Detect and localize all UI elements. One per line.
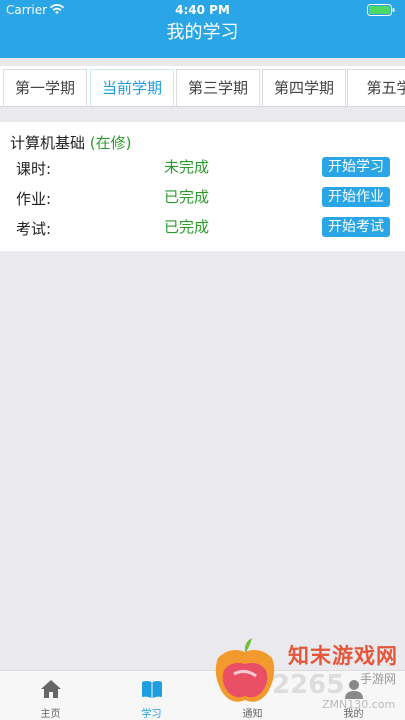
tab-current-semester[interactable]: 当前学期 — [90, 69, 174, 106]
watermark-logo-icon — [215, 638, 275, 702]
book-icon — [142, 681, 162, 698]
watermark-sub: 手游网 — [360, 672, 397, 686]
start-homework-button[interactable]: 开始作业 — [322, 187, 390, 207]
tabbar-home-label: 主页 — [40, 709, 61, 720]
lesson-label: 课时: — [16, 160, 52, 178]
tab-semester-5[interactable]: 第五学 — [347, 69, 405, 106]
start-lesson-button[interactable]: 开始学习 — [322, 157, 390, 177]
exam-label: 考试: — [16, 220, 52, 238]
course-status: (在修) — [89, 134, 132, 152]
lesson-status: 未完成 — [164, 158, 210, 176]
start-exam-button[interactable]: 开始考试 — [322, 217, 390, 237]
tab-semester-3[interactable]: 第三学期 — [176, 69, 260, 106]
tab-semester-4[interactable]: 第四学期 — [262, 69, 346, 106]
watermark-brand: 知末游戏网 — [288, 644, 398, 668]
app-header: Carrier 4:40 PM 我的学习 — [0, 0, 405, 58]
tabbar-home[interactable]: 主页 — [0, 671, 101, 720]
course-title: 计算机基础 (在修) — [10, 132, 132, 153]
watermark-url: ZMN130.com — [322, 698, 396, 711]
watermark: 知末游戏网 2265 手游网 ZMN130.com — [210, 632, 405, 720]
exam-status: 已完成 — [164, 218, 210, 236]
tab-semester-1[interactable]: 第一学期 — [3, 69, 87, 106]
home-icon — [41, 680, 61, 698]
page-title: 我的学习 — [166, 22, 239, 43]
tabbar-study[interactable]: 学习 — [101, 671, 202, 720]
status-bar: Carrier 4:40 PM — [0, 0, 405, 20]
watermark-number: 2265 — [272, 670, 345, 700]
semester-tabs: 第一学期 当前学期 第三学期 第四学期 第五学 — [0, 66, 405, 107]
homework-status: 已完成 — [164, 188, 210, 206]
battery-icon — [367, 4, 395, 16]
course-card: 计算机基础 (在修) 课时: 未完成 开始学习 作业: 已完成 开始作业 考试:… — [0, 122, 405, 251]
status-time: 4:40 PM — [175, 3, 230, 17]
tabbar-study-label: 学习 — [141, 709, 162, 720]
course-name: 计算机基础 — [10, 134, 86, 152]
homework-label: 作业: — [16, 190, 52, 208]
